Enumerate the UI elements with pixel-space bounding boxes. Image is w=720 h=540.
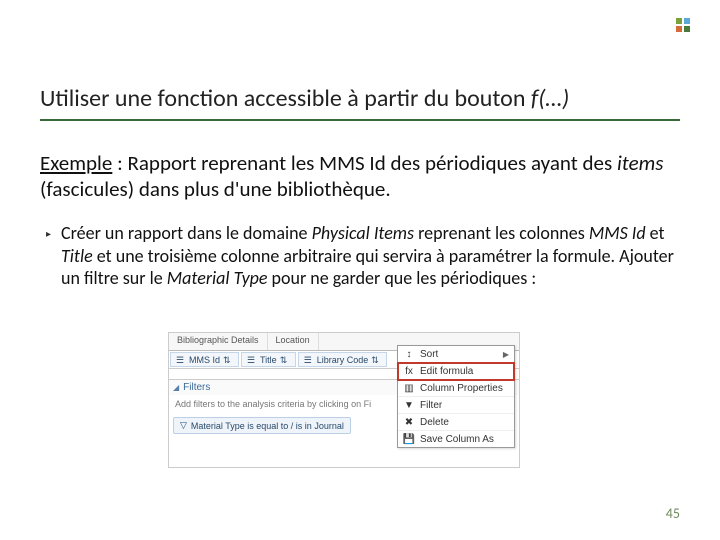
example-sep: : <box>112 150 127 176</box>
column-sort-icon: ⇅ <box>223 355 233 365</box>
app-logo <box>674 16 692 34</box>
menu-item-filter-icon: ▼ <box>403 399 415 411</box>
funnel-icon: ▽ <box>180 420 187 431</box>
filter-pill-label: Material Type is equal to / is in Journa… <box>191 421 344 431</box>
menu-item-sort[interactable]: ↕ Sort ▶ <box>398 346 514 363</box>
example-paragraph: Exemple : Rapport reprenant les MMS Id d… <box>40 150 680 203</box>
menu-item-save-column-as[interactable]: 💾 Save Column As <box>398 431 514 447</box>
page-number: 45 <box>666 505 680 522</box>
example-b: (fascicules) dans plus d'une bibliothèqu… <box>40 176 391 202</box>
column-label: Title <box>260 355 277 365</box>
column-icon: ☰ <box>176 355 186 365</box>
bullet-p1: Créer un rapport dans le domaine <box>61 222 312 244</box>
column-context-menu: ↕ Sort ▶ fx Edit formula ▥ Column Properties ▼ F… <box>397 345 515 448</box>
bullet-p3: et <box>646 222 665 244</box>
bullet-marker-icon: ▸ <box>46 227 51 240</box>
column-sort-icon: ⇅ <box>280 355 290 365</box>
example-a: Rapport reprenant les MMS Id des périodi… <box>127 150 617 176</box>
menu-item-column-properties[interactable]: ▥ Column Properties <box>398 380 514 397</box>
menu-item-delete-icon: ✖ <box>403 416 415 428</box>
column-label: Library Code <box>317 355 369 365</box>
filters-header-label: Filters <box>183 382 210 393</box>
bullet-i2: MMS Id <box>589 222 646 244</box>
bullet-i4: Material Type <box>167 267 268 289</box>
column-sort-icon: ⇅ <box>371 355 381 365</box>
column-mms-id[interactable]: ☰ MMS Id ⇅ <box>170 352 239 367</box>
menu-item-sort-icon: ↕ <box>403 348 415 360</box>
disclosure-triangle-icon: ◢ <box>173 383 179 392</box>
menu-item-delete[interactable]: ✖ Delete <box>398 414 514 431</box>
menu-item-edit-formula[interactable]: fx Edit formula <box>398 363 514 380</box>
page-title: Utiliser une fonction accessible à parti… <box>40 84 680 121</box>
example-ital: items <box>617 150 663 176</box>
bullet-i3: Title <box>61 245 93 267</box>
bullet-i1: Physical Items <box>312 222 414 244</box>
column-label: MMS Id <box>189 355 220 365</box>
bullet-text: Créer un rapport dans le domaine Physica… <box>61 222 680 290</box>
tab-bibliographic-details[interactable]: Bibliographic Details <box>169 333 268 350</box>
menu-item-save-column-as-label: Save Column As <box>420 434 494 445</box>
filter-pill[interactable]: ▽ Material Type is equal to / is in Jour… <box>173 417 351 434</box>
tab-location[interactable]: Location <box>268 333 319 350</box>
bullet-p5: pour ne garder que les périodiques : <box>267 267 536 289</box>
submenu-arrow-icon: ▶ <box>503 350 509 359</box>
menu-item-edit-formula-icon: fx <box>403 365 415 377</box>
bullet-item: ▸ Créer un rapport dans le domaine Physi… <box>46 222 680 290</box>
menu-item-sort-label: Sort <box>420 349 438 360</box>
menu-item-column-properties-label: Column Properties <box>420 383 503 394</box>
column-icon: ☰ <box>247 355 257 365</box>
menu-item-edit-formula-label: Edit formula <box>420 366 473 377</box>
bullet-p2: reprenant les colonnes <box>414 222 589 244</box>
report-designer-screenshot: Bibliographic Details Location ☰ MMS Id … <box>168 332 520 468</box>
column-title[interactable]: ☰ Title ⇅ <box>241 352 296 367</box>
menu-item-save-column-as-icon: 💾 <box>403 433 415 445</box>
example-label: Exemple <box>40 150 112 176</box>
menu-item-delete-label: Delete <box>420 417 449 428</box>
column-library-code[interactable]: ☰ Library Code ⇅ <box>298 352 388 367</box>
column-icon: ☰ <box>304 355 314 365</box>
title-text: Utiliser une fonction accessible à parti… <box>40 84 531 113</box>
menu-item-filter[interactable]: ▼ Filter <box>398 397 514 414</box>
title-fx: f(…) <box>531 84 569 113</box>
menu-item-filter-label: Filter <box>420 400 442 411</box>
menu-item-column-properties-icon: ▥ <box>403 382 415 394</box>
